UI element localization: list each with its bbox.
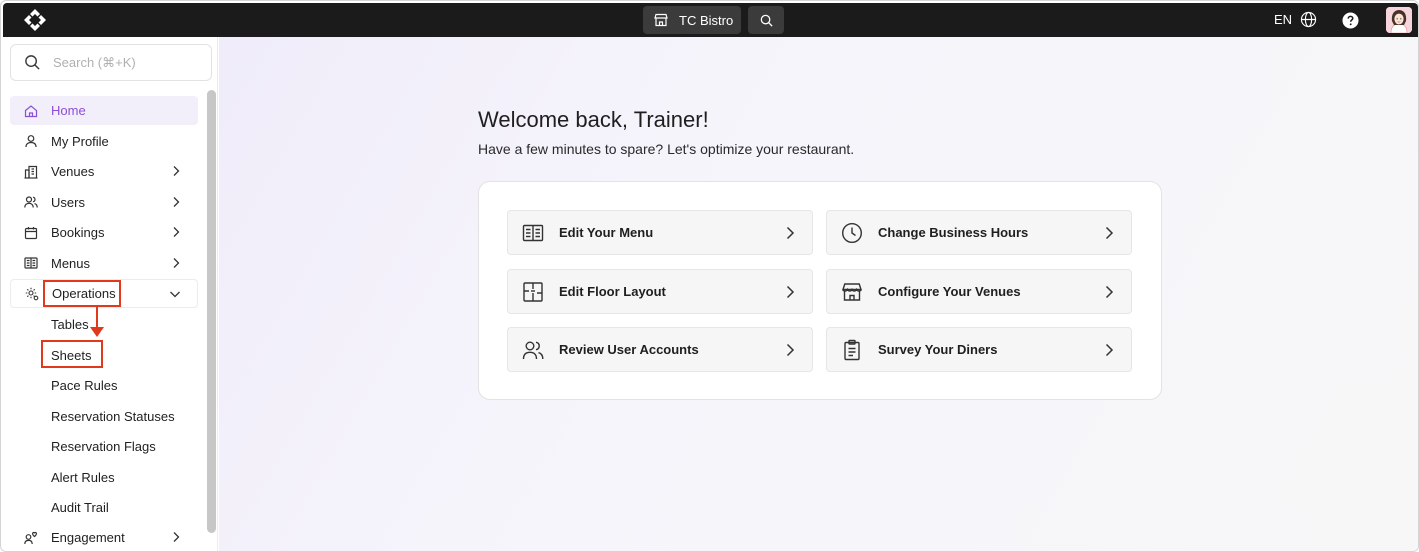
- app-window: TC Bistro EN Search (⌘+K) Home My Profil…: [0, 0, 1419, 552]
- action-label: Change Business Hours: [878, 225, 1029, 240]
- chevron-right-icon: [170, 531, 182, 543]
- sidebar-subitem-sheets[interactable]: Sheets: [10, 340, 198, 371]
- search-icon: [24, 54, 41, 71]
- gear-icon: [25, 287, 39, 301]
- sidebar-subitem-label: Audit Trail: [51, 500, 109, 516]
- chevron-right-icon: [170, 165, 182, 177]
- engagement-icon: [24, 531, 38, 545]
- action-label: Review User Accounts: [559, 342, 699, 357]
- survey-diners-button[interactable]: Survey Your Diners: [826, 327, 1132, 372]
- chevron-right-icon: [170, 196, 182, 208]
- search-icon: [759, 13, 774, 28]
- sidebar-item-my-profile[interactable]: My Profile: [10, 127, 198, 156]
- chevron-right-icon: [1103, 226, 1115, 240]
- globe-icon: [1300, 11, 1317, 28]
- chevron-right-icon: [784, 343, 796, 357]
- sidebar-item-label: My Profile: [51, 133, 109, 149]
- action-label: Configure Your Venues: [878, 284, 1021, 299]
- app-logo-icon[interactable]: [23, 8, 47, 32]
- action-label: Edit Your Menu: [559, 225, 654, 240]
- home-icon: [24, 104, 38, 118]
- edit-menu-button[interactable]: Edit Your Menu: [507, 210, 813, 255]
- chevron-right-icon: [170, 226, 182, 238]
- sidebar-subitem-label: Tables: [51, 317, 89, 333]
- sidebar-item-menus[interactable]: Menus: [10, 249, 198, 278]
- annotation-arrow-head: [90, 327, 104, 337]
- sidebar-subitem-tables[interactable]: Tables: [10, 310, 198, 341]
- chevron-right-icon: [170, 257, 182, 269]
- language-code: EN: [1274, 12, 1293, 27]
- sidebar-subitem-label: Reservation Flags: [51, 439, 156, 455]
- sidebar-scrollbar[interactable]: [207, 90, 216, 533]
- floor-layout-icon: [522, 281, 544, 303]
- storefront-icon: [841, 281, 863, 303]
- highlight-operations: [43, 280, 121, 307]
- global-search-button[interactable]: [748, 6, 784, 34]
- configure-venues-button[interactable]: Configure Your Venues: [826, 269, 1132, 314]
- action-label: Survey Your Diners: [878, 342, 998, 357]
- annotation-arrow: [96, 306, 98, 328]
- building-icon: [24, 165, 38, 179]
- sidebar-item-bookings[interactable]: Bookings: [10, 218, 198, 247]
- sidebar-item-label: Venues: [51, 164, 95, 179]
- menu-book-icon: [24, 256, 38, 270]
- main-content: Welcome back, Trainer! Have a few minute…: [219, 37, 1418, 551]
- edit-floor-layout-button[interactable]: Edit Floor Layout: [507, 269, 813, 314]
- user-avatar[interactable]: [1386, 7, 1412, 33]
- sidebar-item-label: Bookings: [51, 225, 105, 240]
- clock-icon: [841, 222, 863, 244]
- sidebar-subitem-pace-rules[interactable]: Pace Rules: [10, 371, 198, 402]
- sidebar-subitem-reservation-flags[interactable]: Reservation Flags: [10, 432, 198, 463]
- chevron-right-icon: [1103, 285, 1115, 299]
- storefront-icon: [653, 12, 669, 28]
- quick-actions-card: Edit Your Menu Change Business Hours Edi…: [478, 181, 1162, 400]
- sidebar-subitem-reservation-statuses[interactable]: Reservation Statuses: [10, 401, 198, 432]
- users-icon: [24, 195, 38, 209]
- page-title: Welcome back, Trainer!: [478, 107, 709, 132]
- chevron-down-icon: [169, 288, 181, 300]
- change-business-hours-button[interactable]: Change Business Hours: [826, 210, 1132, 255]
- sidebar-item-label: Menus: [51, 255, 91, 271]
- review-user-accounts-button[interactable]: Review User Accounts: [507, 327, 813, 372]
- calendar-icon: [24, 226, 38, 240]
- sidebar-item-label: Users: [51, 194, 85, 210]
- help-icon[interactable]: [1342, 12, 1359, 29]
- top-bar: TC Bistro EN: [3, 3, 1418, 37]
- venue-name: TC Bistro: [679, 12, 734, 28]
- sidebar-search-input[interactable]: Search (⌘+K): [10, 44, 212, 81]
- sidebar-nav: Home My Profile Venues Users Bookings Me…: [10, 96, 198, 551]
- sidebar-item-home[interactable]: Home: [10, 96, 198, 125]
- chevron-right-icon: [784, 285, 796, 299]
- sidebar-item-label: Engagement: [51, 530, 125, 545]
- menu-book-icon: [522, 222, 544, 244]
- sidebar-subitem-label: Alert Rules: [51, 469, 115, 485]
- sidebar-subitem-label: Reservation Statuses: [51, 408, 175, 424]
- venue-selector-button[interactable]: TC Bistro: [643, 6, 741, 34]
- chevron-right-icon: [1103, 343, 1115, 357]
- search-placeholder: Search (⌘+K): [53, 54, 136, 70]
- highlight-sheets: [41, 340, 103, 368]
- user-icon: [24, 134, 38, 148]
- sidebar-subitem-audit-trail[interactable]: Audit Trail: [10, 493, 198, 524]
- sidebar-subitem-alert-rules[interactable]: Alert Rules: [10, 462, 198, 493]
- page-subtitle: Have a few minutes to spare? Let's optim…: [478, 141, 855, 157]
- action-label: Edit Floor Layout: [559, 284, 666, 299]
- sidebar-item-users[interactable]: Users: [10, 188, 198, 217]
- chevron-right-icon: [784, 226, 796, 240]
- language-selector[interactable]: EN: [1274, 11, 1317, 28]
- sidebar-item-venues[interactable]: Venues: [10, 157, 198, 186]
- sidebar-subitem-label: Pace Rules: [51, 378, 118, 394]
- clipboard-icon: [841, 339, 863, 361]
- users-icon: [522, 339, 544, 361]
- sidebar-item-label: Home: [51, 103, 86, 118]
- sidebar-item-engagement[interactable]: Engagement: [10, 523, 198, 551]
